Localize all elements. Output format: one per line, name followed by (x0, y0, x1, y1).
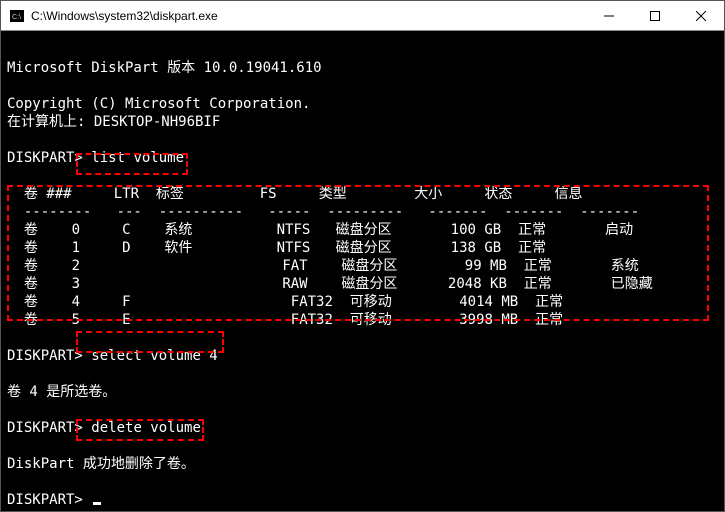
col-fs: FS (260, 186, 277, 202)
terminal-output[interactable]: Microsoft DiskPart 版本 10.0.19041.610 Cop… (1, 31, 724, 511)
table-row: 卷 2 FAT 磁盘分区 99 MB 正常 系统 (24, 258, 639, 274)
minimize-button[interactable] (586, 1, 632, 31)
table-row: 卷 0 C 系统 NTFS 磁盘分区 100 GB 正常 启动 (24, 222, 633, 238)
col-status: 状态 (484, 186, 512, 202)
computer-line: 在计算机上: DESKTOP-NH96BIF (7, 114, 220, 130)
cmd-select-volume: select volume 4 (91, 348, 217, 364)
col-vol: 卷 ### (24, 186, 72, 202)
svg-text:C:\: C:\ (12, 14, 21, 21)
col-ltr: LTR (114, 186, 139, 202)
col-type: 类型 (319, 186, 347, 202)
cursor (93, 502, 101, 505)
prompt: DISKPART> (7, 420, 83, 436)
col-label: 标签 (156, 186, 184, 202)
col-size: 大小 (414, 186, 442, 202)
window-titlebar: C:\ C:\Windows\system32\diskpart.exe (1, 1, 724, 31)
prompt: DISKPART> (7, 150, 83, 166)
close-button[interactable] (678, 1, 724, 31)
selected-msg: 卷 4 是所选卷。 (7, 384, 116, 400)
col-info: 信息 (555, 186, 583, 202)
table-row: 卷 1 D 软件 NTFS 磁盘分区 138 GB 正常 (24, 240, 546, 256)
prompt: DISKPART> (7, 492, 83, 508)
maximize-button[interactable] (632, 1, 678, 31)
table-row: 卷 5 E FAT32 可移动 3998 MB 正常 (24, 312, 563, 328)
copyright-line: Copyright (C) Microsoft Corporation. (7, 96, 310, 112)
cmd-list-volume: list volume (91, 150, 184, 166)
banner-line: Microsoft DiskPart 版本 10.0.19041.610 (7, 60, 322, 76)
table-row: 卷 4 F FAT32 可移动 4014 MB 正常 (24, 294, 563, 310)
prompt: DISKPART> (7, 348, 83, 364)
deleted-msg: DiskPart 成功地删除了卷。 (7, 456, 195, 472)
cmd-delete-volume: delete volume (91, 420, 201, 436)
table-row: 卷 3 RAW 磁盘分区 2048 KB 正常 已隐藏 (24, 276, 653, 292)
app-icon: C:\ (9, 8, 25, 24)
window-title: C:\Windows\system32\diskpart.exe (31, 9, 586, 23)
